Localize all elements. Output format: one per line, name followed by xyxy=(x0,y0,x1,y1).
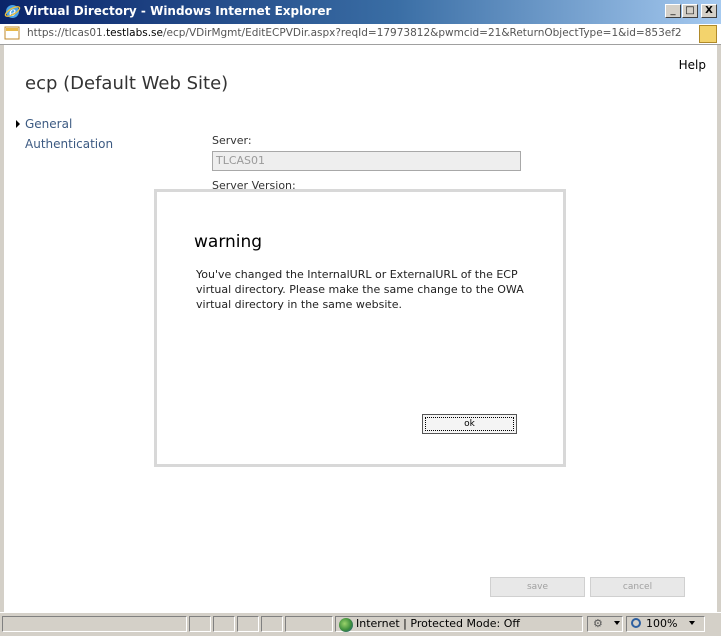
save-button[interactable]: save xyxy=(490,577,585,597)
dialog-message: You've changed the InternalURL or Extern… xyxy=(196,268,524,311)
status-segment xyxy=(261,616,283,632)
chevron-down-icon[interactable] xyxy=(614,621,620,625)
minimize-button[interactable]: _ xyxy=(665,4,681,18)
status-bar: Internet | Protected Mode: Off ⚙ 100% xyxy=(0,612,721,636)
maximize-button[interactable]: □ xyxy=(682,4,698,18)
ok-button[interactable]: ok xyxy=(422,414,517,434)
cancel-button[interactable]: cancel xyxy=(590,577,685,597)
url-text[interactable]: https://tlcas01.testlabs.se/ecp/VDirMgmt… xyxy=(27,27,682,39)
help-link[interactable]: Help xyxy=(679,58,706,72)
status-segment xyxy=(2,616,187,632)
lock-icon[interactable] xyxy=(699,25,717,43)
security-zone-text: Internet | Protected Mode: Off xyxy=(356,617,520,630)
globe-icon xyxy=(339,618,353,632)
close-button[interactable]: X xyxy=(701,4,717,18)
nav-item-authentication[interactable]: Authentication xyxy=(25,137,113,157)
address-bar[interactable]: https://tlcas01.testlabs.se/ecp/VDirMgmt… xyxy=(0,24,721,45)
page-icon xyxy=(4,26,20,40)
zoom-dropdown-icon[interactable] xyxy=(689,621,695,625)
status-segment xyxy=(189,616,211,632)
server-field: TLCAS01 xyxy=(212,151,521,171)
status-segment xyxy=(237,616,259,632)
window-title: Virtual Directory - Windows Internet Exp… xyxy=(24,4,332,18)
left-nav: General Authentication xyxy=(16,117,113,157)
status-segment xyxy=(213,616,235,632)
dialog-title: warning xyxy=(194,232,263,252)
zoom-level[interactable]: 100% xyxy=(646,617,677,630)
nav-item-general[interactable]: General xyxy=(16,117,113,137)
page-title: ecp (Default Web Site) xyxy=(25,73,229,94)
status-segment xyxy=(285,616,333,632)
security-icon: ⚙ xyxy=(593,617,603,630)
server-label: Server: xyxy=(212,134,252,147)
window-title-bar: e Virtual Directory - Windows Internet E… xyxy=(0,0,721,24)
warning-dialog: warning You've changed the InternalURL o… xyxy=(154,189,566,467)
internet-explorer-icon: e xyxy=(4,5,21,19)
zoom-icon xyxy=(631,618,641,628)
selected-arrow-icon xyxy=(16,120,20,128)
